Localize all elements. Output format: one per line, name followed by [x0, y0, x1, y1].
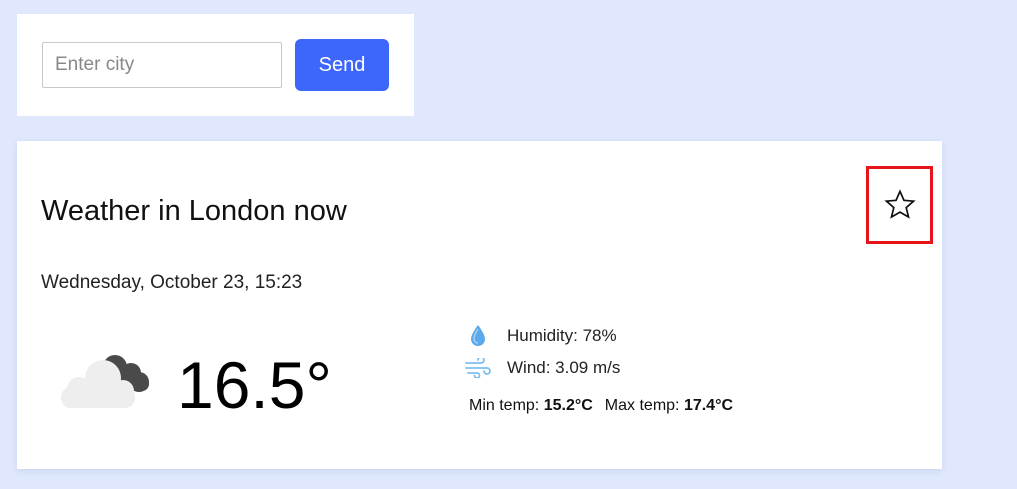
star-icon	[883, 189, 916, 219]
max-temp-value: 17.4°C	[683, 397, 734, 414]
send-button[interactable]: Send	[295, 39, 389, 91]
date-text: Wednesday, October 23, 15:23	[41, 272, 303, 293]
search-panel: Send	[17, 14, 414, 116]
min-max-temps: Min temp: 15.2°C Max temp: 17.4°C	[469, 397, 733, 415]
wind-row: Wind: 3.09 m/s	[465, 356, 620, 380]
cloudy-icon	[61, 355, 149, 408]
weather-card: Weather in London now Wednesday, October…	[17, 141, 942, 469]
temperature-value: 16.5°	[177, 348, 332, 422]
humidity-text: Humidity: 78%	[507, 326, 617, 345]
wind-icon	[465, 356, 491, 380]
wind-text: Wind: 3.09 m/s	[507, 358, 621, 377]
favorite-button[interactable]	[866, 166, 933, 244]
droplet-icon	[465, 324, 491, 348]
weather-title: Weather in London now	[41, 195, 347, 227]
max-temp-label: Max temp:	[604, 397, 680, 414]
min-temp-label: Min temp:	[469, 397, 540, 414]
humidity-row: Humidity: 78%	[465, 324, 617, 348]
min-temp-value: 15.2°C	[543, 397, 593, 414]
city-input[interactable]	[42, 42, 282, 88]
